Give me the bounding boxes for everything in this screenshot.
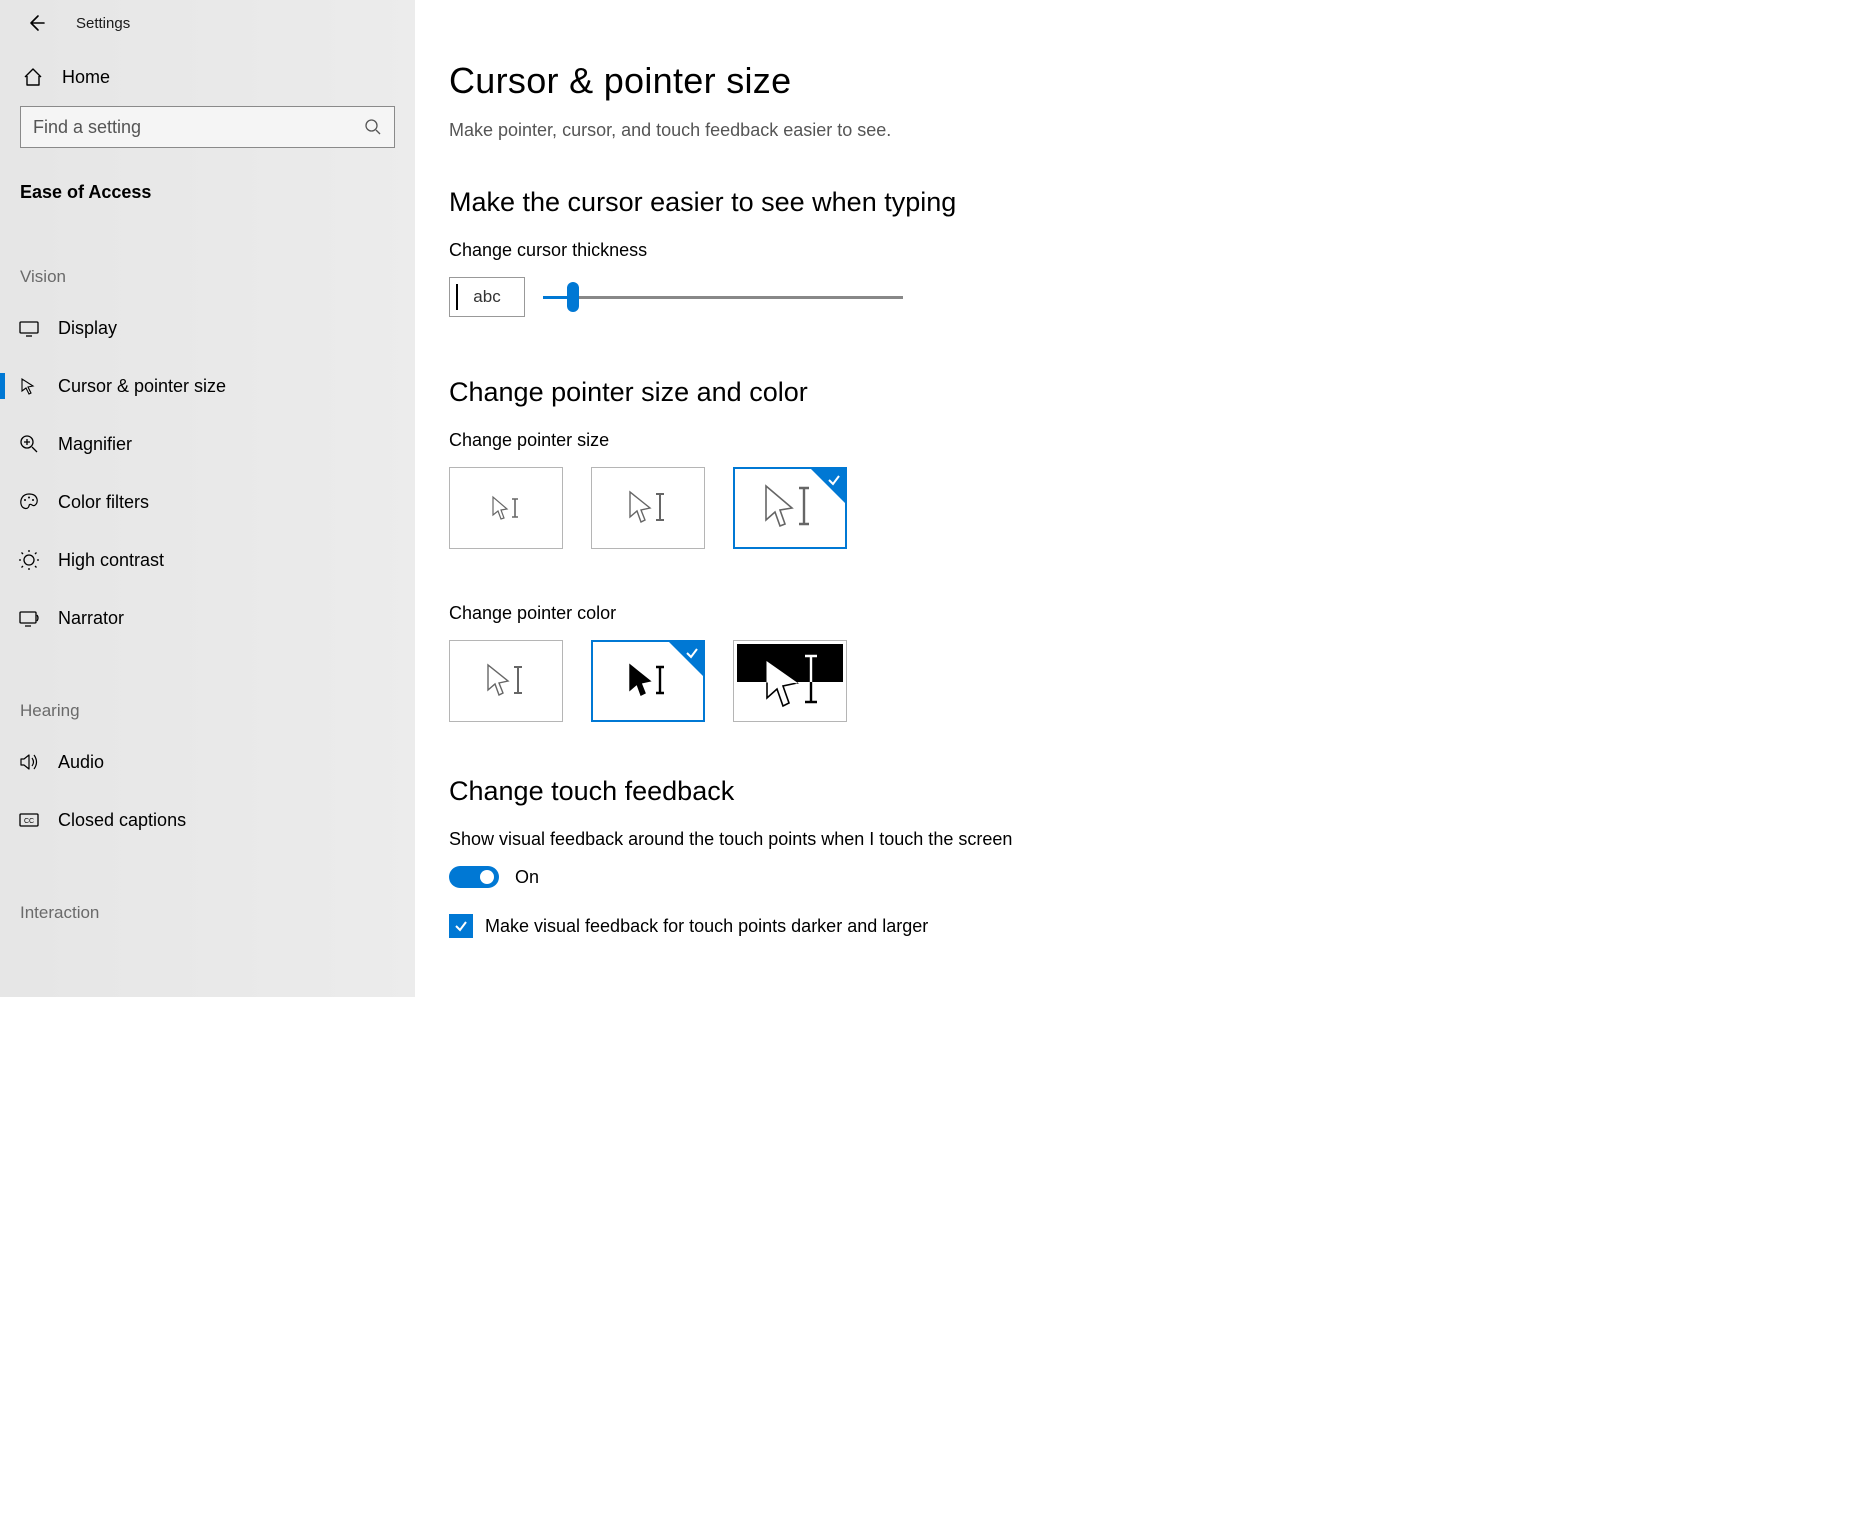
nav-cursor[interactable]: Cursor & pointer size	[0, 357, 415, 415]
app-title: Settings	[76, 15, 130, 32]
nav-display[interactable]: Display	[0, 299, 415, 357]
cursor-thickness-slider[interactable]	[543, 284, 903, 310]
pointer-color-black[interactable]	[591, 640, 705, 722]
touch-darker-checkbox[interactable]	[449, 914, 473, 938]
category-title: Ease of Access	[0, 162, 415, 213]
search-box[interactable]	[20, 106, 395, 148]
pointer-section-heading: Change pointer size and color	[449, 377, 1160, 408]
pointer-size-label: Change pointer size	[449, 430, 1160, 451]
nav-display-label: Display	[58, 318, 117, 339]
nav-narrator[interactable]: Narrator	[0, 589, 415, 647]
touch-toggle-row: On	[449, 866, 1160, 888]
pointer-black-icon	[622, 660, 674, 702]
touch-checkbox-label: Make visual feedback for touch points da…	[485, 916, 928, 937]
content-area: Cursor & pointer size Make pointer, curs…	[415, 0, 1200, 997]
toggle-knob	[480, 870, 494, 884]
nav-closed-captions[interactable]: CC Closed captions	[0, 791, 415, 849]
pointer-color-inverted[interactable]	[733, 640, 847, 722]
page-title: Cursor & pointer size	[449, 60, 1160, 102]
nav-narrator-label: Narrator	[58, 608, 124, 629]
home-nav[interactable]: Home	[0, 46, 415, 106]
cursor-icon	[18, 375, 40, 397]
nav-color-filters-label: Color filters	[58, 492, 149, 513]
group-interaction: Interaction	[0, 849, 415, 935]
arrow-left-icon	[26, 13, 46, 33]
home-label: Home	[62, 67, 110, 88]
pointer-size-small[interactable]	[449, 467, 563, 549]
nav-high-contrast-label: High contrast	[58, 550, 164, 571]
group-vision: Vision	[0, 213, 415, 299]
home-icon	[22, 66, 44, 88]
touch-section-heading: Change touch feedback	[449, 776, 1160, 807]
slider-thumb[interactable]	[567, 282, 579, 312]
cursor-thickness-preview: abc	[449, 277, 525, 317]
checkmark-icon	[685, 646, 699, 660]
page-description: Make pointer, cursor, and touch feedback…	[449, 120, 1160, 141]
pointer-small-icon	[485, 491, 527, 525]
display-icon	[18, 317, 40, 339]
nav-magnifier-label: Magnifier	[58, 434, 132, 455]
nav-audio-label: Audio	[58, 752, 104, 773]
group-hearing: Hearing	[0, 647, 415, 733]
checkmark-icon	[827, 473, 841, 487]
cursor-thickness-row: abc	[449, 277, 1160, 317]
palette-icon	[18, 491, 40, 513]
checkmark-icon	[453, 918, 469, 934]
magnifier-icon	[18, 433, 40, 455]
slider-track-empty	[571, 296, 903, 299]
search-icon	[364, 118, 382, 136]
cc-icon: CC	[18, 809, 40, 831]
touch-toggle-state: On	[515, 867, 539, 888]
touch-feedback-toggle[interactable]	[449, 866, 499, 888]
audio-icon	[18, 751, 40, 773]
svg-text:CC: CC	[24, 818, 34, 825]
pointer-color-white[interactable]	[449, 640, 563, 722]
nav-color-filters[interactable]: Color filters	[0, 473, 415, 531]
pointer-white-icon	[480, 660, 532, 702]
search-input[interactable]	[33, 117, 364, 138]
pointer-color-tiles	[449, 640, 1160, 722]
pointer-size-tiles	[449, 467, 1160, 549]
pointer-inverted-icon	[735, 642, 845, 720]
nav-cursor-label: Cursor & pointer size	[58, 376, 226, 397]
cursor-section-heading: Make the cursor easier to see when typin…	[449, 187, 1160, 218]
contrast-icon	[18, 549, 40, 571]
nav-high-contrast[interactable]: High contrast	[0, 531, 415, 589]
touch-toggle-help: Show visual feedback around the touch po…	[449, 829, 1160, 850]
narrator-icon	[18, 607, 40, 629]
titlebar: Settings	[0, 0, 415, 46]
cursor-thickness-label: Change cursor thickness	[449, 240, 1160, 261]
touch-checkbox-row: Make visual feedback for touch points da…	[449, 914, 1160, 938]
nav-magnifier[interactable]: Magnifier	[0, 415, 415, 473]
pointer-medium-icon	[622, 487, 674, 529]
nav-cc-label: Closed captions	[58, 810, 186, 831]
sidebar: Settings Home Ease of Access Vision Disp…	[0, 0, 415, 997]
pointer-size-medium[interactable]	[591, 467, 705, 549]
pointer-size-large[interactable]	[733, 467, 847, 549]
nav-audio[interactable]: Audio	[0, 733, 415, 791]
pointer-color-label: Change pointer color	[449, 603, 1160, 624]
back-button[interactable]	[24, 11, 48, 35]
